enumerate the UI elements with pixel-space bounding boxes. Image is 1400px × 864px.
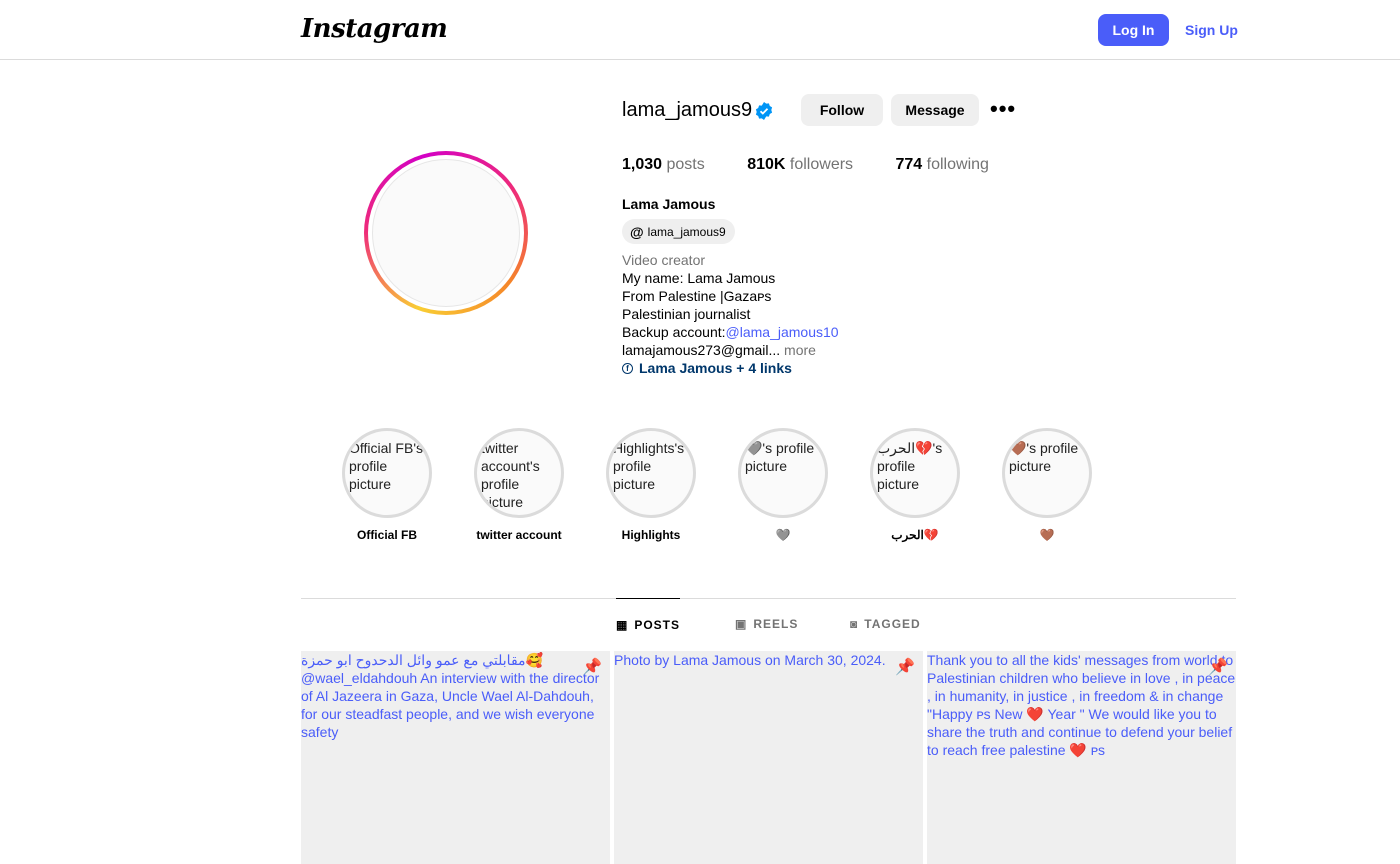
highlight-label: Highlights [621,528,681,542]
signup-link[interactable]: Sign Up [1185,22,1238,38]
highlight-item[interactable]: 🤎's profile picture 🤎 [1002,428,1092,542]
bio: Video creator My name: Lama Jamous From … [622,251,839,377]
highlight-cover: Official FB's profile picture [342,428,432,518]
username: lama_jamous9 [622,99,753,121]
bio-line: From Palestine |Gazaᴘs [622,288,772,304]
verified-badge-icon [755,102,773,120]
post-tile[interactable]: مقابلتي مع عمو وائل الدحدوح ابو حمزة🥰 @w… [301,651,610,864]
highlight-label: الحرب💔 [891,528,939,542]
more-options-icon[interactable]: ••• [990,96,1016,122]
post-alt-text: مقابلتي مع عمو وائل الدحدوح ابو حمزة🥰 @w… [301,652,600,740]
highlight-label: twitter account [476,528,562,542]
external-links[interactable]: f Lama Jamous + 4 links [622,359,839,377]
bio-line: Palestinian journalist [622,306,751,322]
tab-posts[interactable]: ▦ POSTS [616,598,681,650]
highlight-label: 🩶 [775,528,791,542]
profile-stats: 1,030 posts 810K followers 774 following [622,156,989,174]
highlight-cover: 🤎's profile picture [1002,428,1092,518]
highlight-item[interactable]: Highlights's profile picture Highlights [606,428,696,542]
highlight-label: Official FB [356,528,417,542]
tab-reels[interactable]: ▣ REELS [735,598,798,650]
tagged-icon: ◙ [850,617,859,631]
threads-badge[interactable]: @ lama_jamous9 [622,219,735,244]
highlight-item[interactable]: Official FB's profile picture Official FB [342,428,432,542]
threads-icon: @ [630,223,644,240]
follow-button[interactable]: Follow [801,94,883,126]
highlight-item[interactable]: 🩶's profile picture 🩶 [738,428,828,542]
highlight-item[interactable]: الحرب💔's profile picture الحرب💔 [870,428,960,542]
reels-icon: ▣ [735,617,748,631]
tab-tagged[interactable]: ◙ TAGGED [850,598,921,650]
message-button[interactable]: Message [891,94,979,126]
grid-icon: ▦ [616,617,629,632]
full-name: Lama Jamous [622,196,716,212]
facebook-icon: f [622,362,633,374]
pin-icon: 📌 [582,659,602,676]
highlight-cover: twitter account's profile picture [474,428,564,518]
top-nav: Instagram Log In Sign Up [0,0,1400,60]
post-alt-text: Photo by Lama Jamous on March 30, 2024. [614,652,886,668]
more-link[interactable]: more [780,342,816,358]
pin-icon: 📌 [895,659,915,676]
login-button[interactable]: Log In [1098,14,1169,46]
post-tile[interactable]: Photo by Lama Jamous on March 30, 2024. 📌 [614,651,923,864]
post-tile[interactable]: Thank you to all the kids' messages from… [927,651,1236,864]
followers-stat[interactable]: 810K followers [747,156,853,173]
highlight-cover: Highlights's profile picture [606,428,696,518]
following-stat[interactable]: 774 following [896,156,989,173]
backup-account-link[interactable]: @lama_jamous10 [726,324,839,340]
bio-line: lamajamous273@gmail... more [622,342,816,358]
pin-icon: 📌 [1208,659,1228,676]
highlight-cover: 🩶's profile picture [738,428,828,518]
highlight-label: 🤎 [1039,528,1055,542]
highlight-item[interactable]: twitter account's profile picture twitter… [474,428,564,542]
posts-stat: 1,030 posts [622,156,705,173]
category: Video creator [622,252,706,268]
avatar-image [372,159,520,307]
profile-avatar[interactable] [364,151,528,315]
post-alt-text: Thank you to all the kids' messages from… [927,652,1236,758]
instagram-logo[interactable]: Instagram [301,14,448,44]
highlight-cover: الحرب💔's profile picture [870,428,960,518]
bio-line: My name: Lama Jamous [622,270,776,286]
bio-line: Backup account:@lama_jamous10 [622,324,839,340]
